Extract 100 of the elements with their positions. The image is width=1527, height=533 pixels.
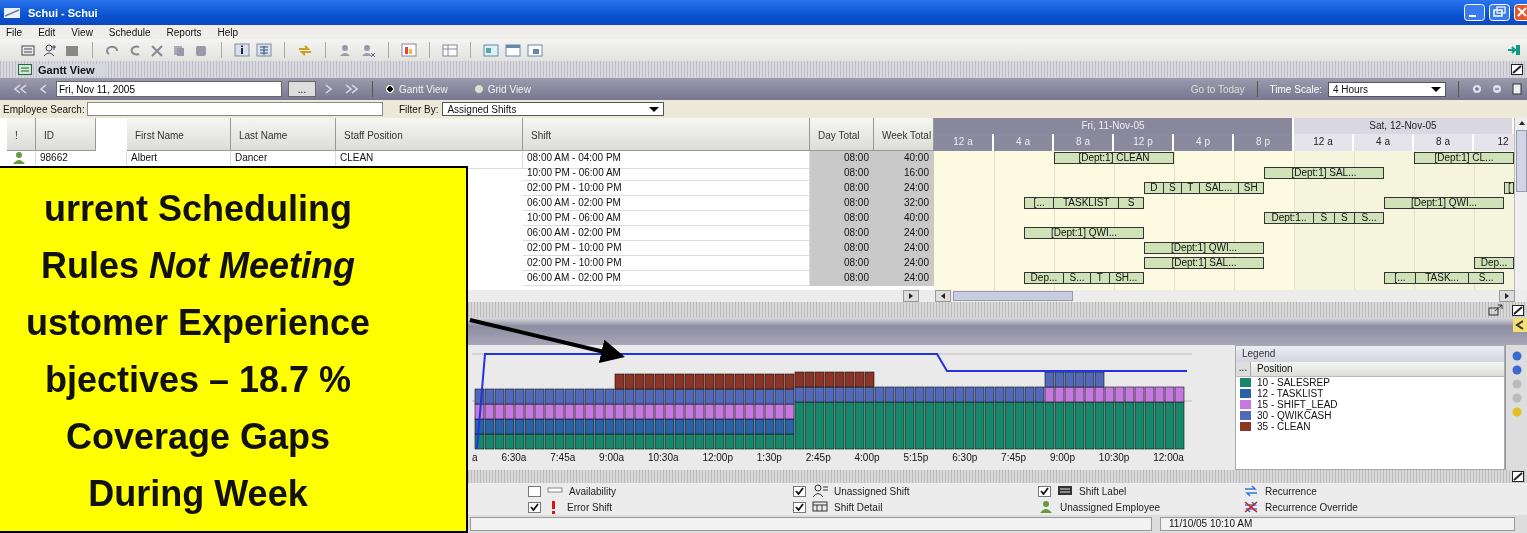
shift-bar[interactable]: T (1181, 183, 1199, 193)
shift-bar[interactable]: TASKLIST (1053, 198, 1119, 208)
minimize-button[interactable] (1464, 4, 1485, 21)
circle-icon[interactable] (1511, 351, 1522, 361)
shift-bar[interactable]: Dep... (1475, 258, 1513, 268)
column-button[interactable]: ... (1236, 362, 1251, 376)
window-icon[interactable] (505, 43, 521, 57)
shift-bar[interactable]: Dept:1.. (1265, 213, 1313, 223)
radio-button[interactable] (385, 84, 395, 94)
checkbox[interactable] (528, 485, 541, 497)
window-icon[interactable] (527, 43, 543, 57)
scissors-icon[interactable] (149, 43, 165, 57)
date-picker-button[interactable]: ... (288, 81, 316, 97)
shift-bar[interactable]: S (1333, 213, 1355, 223)
shift-bar[interactable]: SAL... (1198, 183, 1238, 193)
arrows-icon (1243, 484, 1259, 498)
back-icon[interactable] (1513, 318, 1527, 332)
scroll-left-button[interactable] (935, 290, 951, 302)
redo-icon[interactable] (105, 43, 121, 57)
column-header[interactable]: ID (36, 118, 96, 151)
shift-bar[interactable]: [Dept:1] QWI... (1145, 243, 1263, 253)
exit-icon[interactable] (1507, 43, 1521, 57)
menu-item[interactable]: Edit (38, 26, 56, 38)
table-cell: 24:00 (874, 181, 934, 196)
day-header[interactable]: Sat, 12-Nov-05 (1294, 118, 1514, 134)
shift-bar[interactable]: [... (1025, 198, 1054, 208)
column-header[interactable]: Shift (523, 118, 810, 151)
column-header[interactable]: First Name (127, 118, 231, 151)
shift-bar[interactable]: D (1145, 183, 1163, 193)
table-cell: 24:00 (874, 226, 934, 241)
chart-icon[interactable] (401, 43, 417, 57)
info-icon[interactable] (234, 43, 250, 57)
print-icon[interactable] (1511, 83, 1523, 95)
restore-button[interactable] (1489, 4, 1510, 21)
legend-label: 30 - QWIKCASH (1257, 410, 1332, 421)
person-plus-icon[interactable] (42, 43, 58, 57)
square-icon[interactable] (64, 43, 80, 57)
column-header[interactable]: Day Total (810, 118, 874, 151)
shift-bar[interactable]: [Dept:1] QWI... (1025, 228, 1143, 238)
filter-dropdown[interactable]: Assigned Shifts (442, 102, 665, 116)
menu-item[interactable]: Schedule (108, 26, 151, 38)
copy-icon[interactable] (171, 43, 187, 57)
column-header[interactable]: Staff Position (336, 118, 523, 151)
grid-icon (812, 500, 828, 514)
menu-item[interactable]: Help (217, 26, 239, 38)
menu-item[interactable]: View (71, 26, 93, 38)
grid-icon[interactable] (256, 43, 272, 57)
paste-icon[interactable] (193, 43, 209, 57)
shift-bar[interactable]: [Dept:1] QWI... (1385, 198, 1503, 208)
shift-bar[interactable]: S (1312, 213, 1334, 223)
shift-bar[interactable]: S (1118, 198, 1143, 208)
close-button[interactable] (1514, 4, 1527, 21)
shift-bar[interactable]: TASK... (1414, 273, 1469, 283)
detach-icon[interactable] (1488, 304, 1504, 316)
shift-bar[interactable]: S (1162, 183, 1182, 193)
swap-icon[interactable] (297, 43, 313, 57)
scroll-right-button[interactable] (903, 290, 919, 302)
shift-bar[interactable]: SH (1237, 183, 1263, 193)
shift-bar[interactable]: T (1090, 273, 1109, 283)
radio-button[interactable] (473, 84, 484, 94)
shift-bar[interactable]: [Dept:1] SAL... (1265, 168, 1383, 178)
list-icon[interactable] (20, 43, 36, 57)
shift-bar[interactable]: SH... (1108, 273, 1143, 283)
menu-item[interactable]: Reports (166, 26, 202, 38)
circle-icon[interactable] (1511, 365, 1522, 375)
column-header[interactable]: Last Name (231, 118, 336, 151)
time-scale-dropdown[interactable]: 4 Hours (1328, 81, 1446, 97)
axis-label: 7:45a (550, 452, 576, 463)
list-icon (18, 64, 32, 75)
checkbox[interactable] (793, 485, 806, 497)
shift-bar[interactable]: S... (1354, 213, 1383, 223)
table-icon[interactable] (442, 43, 458, 57)
shift-bar[interactable]: [ (1505, 183, 1514, 193)
checkbox[interactable] (793, 501, 806, 513)
exclamation-icon (552, 500, 555, 514)
shift-bar[interactable]: [Dept:1] SAL... (1145, 258, 1263, 268)
scrollbar-thumb[interactable] (1516, 130, 1527, 192)
maximize-icon[interactable] (1511, 64, 1523, 75)
maximize-icon[interactable] (1512, 304, 1524, 316)
column-header[interactable]: Week Total (874, 118, 934, 151)
checkbox[interactable] (1038, 485, 1051, 497)
search-field[interactable] (87, 102, 383, 116)
column-header[interactable]: ! (7, 118, 36, 151)
shift-bar[interactable]: S... (1062, 273, 1091, 283)
maximize-icon[interactable] (1512, 471, 1524, 482)
column-header[interactable]: Position (1251, 362, 1504, 376)
person-x-icon[interactable] (360, 43, 376, 57)
shift-bar[interactable]: [Dept:1] CLEAN (1055, 153, 1173, 163)
panel-icon[interactable] (483, 43, 499, 57)
shift-bar[interactable]: [Dept:1] CL... (1415, 153, 1513, 163)
shift-bar[interactable]: [... (1385, 273, 1415, 283)
scroll-right-button[interactable] (1499, 290, 1515, 302)
shift-bar[interactable]: S... (1468, 273, 1503, 283)
date-field[interactable]: Fri, Nov 11, 2005 (56, 81, 282, 97)
legend-label: 12 - TASKLIST (1257, 388, 1324, 399)
menu-item[interactable]: File (6, 26, 23, 38)
scrollbar-thumb[interactable] (953, 291, 1073, 301)
shift-bar[interactable]: Dep... (1025, 273, 1063, 283)
legend-label: Unassigned Shift (834, 485, 910, 497)
checkbox[interactable] (528, 501, 541, 513)
